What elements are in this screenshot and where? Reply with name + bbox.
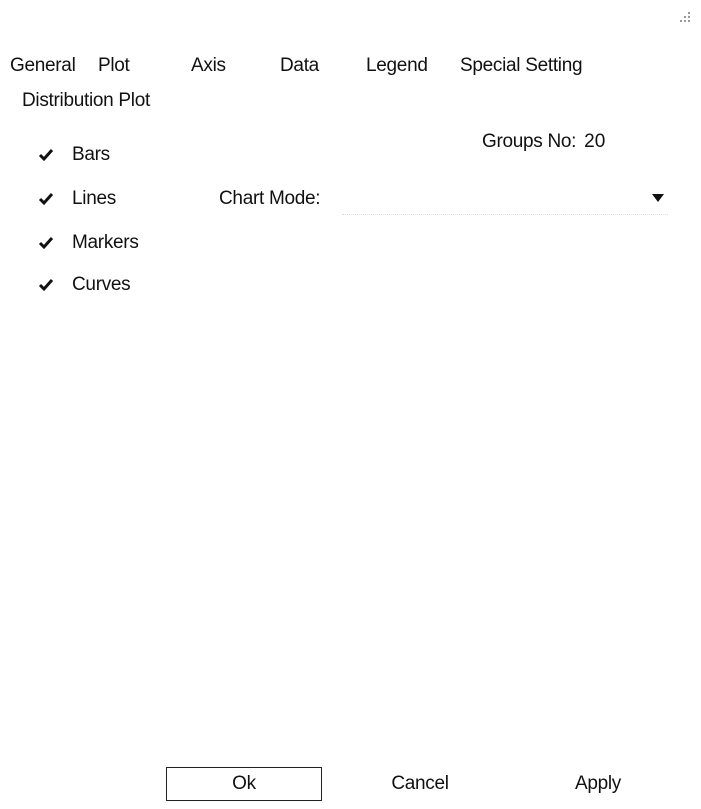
groups-no-field: Groups No: (482, 131, 617, 153)
tab-plot[interactable]: Plot (98, 55, 130, 77)
tab-general[interactable]: General (10, 55, 76, 77)
apply-button[interactable]: Apply (520, 767, 676, 801)
curves-label: Curves (72, 274, 131, 295)
checkmark-icon (38, 237, 54, 250)
chart-mode-dropdown[interactable] (342, 184, 668, 215)
lines-label: Lines (72, 188, 116, 209)
groups-no-input[interactable] (584, 131, 617, 153)
bars-label: Bars (72, 144, 110, 165)
curves-checkbox[interactable] (38, 275, 58, 295)
checkmark-icon (38, 279, 54, 292)
tab-special-setting[interactable]: Special Setting (460, 55, 583, 77)
tab-data[interactable]: Data (280, 55, 319, 77)
curves-checkbox-row[interactable]: Curves (38, 273, 131, 297)
markers-checkbox[interactable] (38, 233, 58, 253)
groups-no-label: Groups No: (482, 131, 577, 152)
markers-label: Markers (72, 232, 139, 253)
markers-checkbox-row[interactable]: Markers (38, 231, 139, 255)
dropdown-arrow-icon (652, 194, 664, 202)
tab-bar: General Plot Axis Data Legend Special Se… (0, 55, 701, 85)
cancel-button[interactable]: Cancel (342, 767, 498, 801)
lines-checkbox-row[interactable]: Lines (38, 187, 116, 211)
section-title: Distribution Plot (22, 90, 150, 111)
bars-checkbox[interactable] (38, 145, 58, 165)
tab-legend[interactable]: Legend (366, 55, 428, 77)
tab-axis[interactable]: Axis (191, 55, 226, 77)
checkmark-icon (38, 193, 54, 206)
lines-checkbox[interactable] (38, 189, 58, 209)
checkmark-icon (38, 149, 54, 162)
resize-grip-icon (679, 10, 693, 24)
ok-button[interactable]: Ok (166, 767, 322, 801)
chart-mode-label: Chart Mode: (219, 188, 321, 209)
bars-checkbox-row[interactable]: Bars (38, 143, 110, 167)
